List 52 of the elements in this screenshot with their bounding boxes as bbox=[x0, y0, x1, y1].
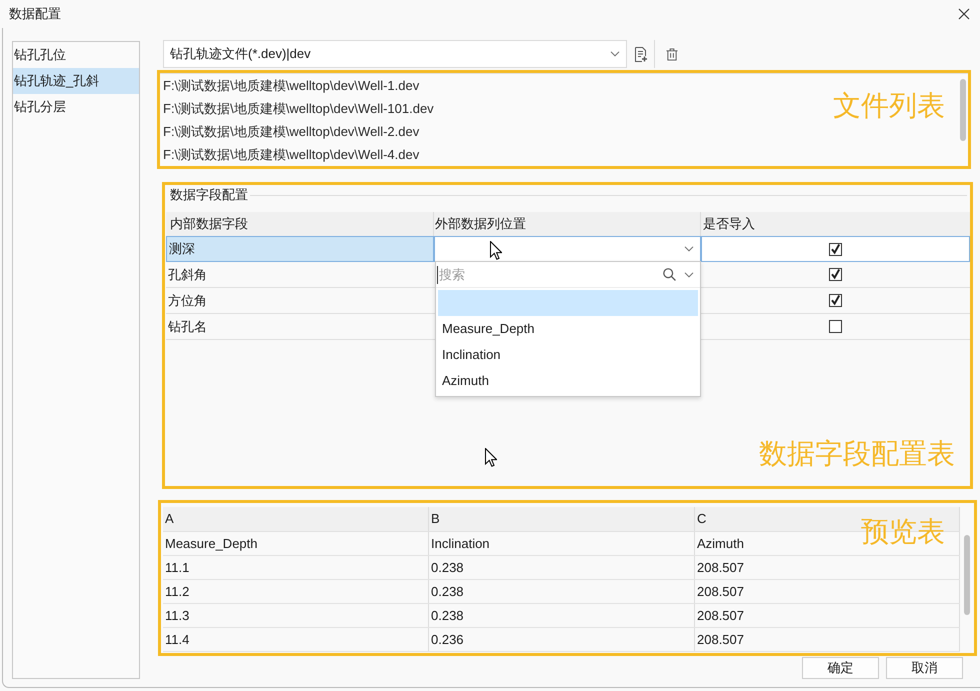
dropdown-option[interactable]: Measure_Depth bbox=[438, 316, 698, 342]
table-cell: 测深 bbox=[166, 236, 434, 262]
sidebar-item[interactable]: 钻孔分层 bbox=[13, 94, 139, 120]
trash-icon[interactable] bbox=[666, 48, 678, 60]
group-title: 数据字段配置 bbox=[170, 186, 248, 204]
dialog-button[interactable]: 确定 bbox=[802, 657, 879, 679]
chevron-down-icon[interactable] bbox=[684, 272, 694, 278]
sidebar-item[interactable]: 钻孔孔位 bbox=[13, 42, 139, 68]
table-cell: 208.507 bbox=[695, 580, 960, 603]
dropdown-option[interactable]: Inclination bbox=[438, 342, 698, 368]
annotation-label: 数据字段配置表 bbox=[759, 440, 955, 468]
scrollbar-thumb[interactable] bbox=[964, 535, 970, 615]
window-title: 数据配置 bbox=[8, 5, 61, 24]
dialog-button[interactable]: 取消 bbox=[886, 657, 963, 679]
file-list-item[interactable]: F:\测试数据\地质建模\welltop\dev\Well-2.dev bbox=[160, 120, 420, 143]
table-cell: 11.1 bbox=[163, 556, 429, 579]
table-cell: 0.238 bbox=[429, 580, 695, 603]
table-cell: 11.3 bbox=[163, 604, 429, 627]
dropdown-option[interactable]: Azimuth bbox=[438, 368, 698, 394]
chevron-down-icon[interactable] bbox=[610, 51, 620, 57]
checkbox[interactable] bbox=[829, 242, 842, 256]
table-cell-text: 钻孔名 bbox=[167, 318, 208, 336]
table-cell-text: 方位角 bbox=[167, 292, 208, 310]
file-list-item[interactable]: F:\测试数据\地质建模\welltop\dev\Well-1.dev bbox=[160, 74, 420, 97]
chevron-down-icon[interactable] bbox=[684, 246, 694, 252]
table-cell: 0.238 bbox=[429, 556, 695, 579]
annotation-label: 文件列表 bbox=[833, 92, 945, 120]
table-cell: 208.507 bbox=[695, 556, 960, 579]
checkbox[interactable] bbox=[829, 268, 842, 281]
table-cell: 11.4 bbox=[163, 628, 429, 651]
checkbox[interactable] bbox=[829, 320, 842, 333]
table-cell: 0.236 bbox=[429, 628, 695, 651]
table-cell: 11.2 bbox=[163, 580, 429, 603]
column-header: 是否导入 bbox=[702, 215, 756, 234]
file-list-item[interactable]: F:\测试数据\地质建模\welltop\dev\Well-4.dev bbox=[160, 143, 420, 166]
table-cell: 0.238 bbox=[429, 604, 695, 627]
sidebar-item[interactable]: 钻孔轨迹_孔斜 bbox=[13, 68, 139, 94]
file-type-combobox[interactable]: 钻孔轨迹文件(*.dev)|dev bbox=[163, 40, 627, 68]
checkbox[interactable] bbox=[829, 294, 842, 307]
search-field[interactable]: 搜索 bbox=[437, 266, 655, 284]
table-cell: Inclination bbox=[429, 532, 695, 555]
scrollbar-thumb[interactable] bbox=[960, 79, 966, 141]
mouse-cursor-icon bbox=[485, 448, 497, 467]
column-header: A bbox=[163, 507, 429, 531]
file-list-item[interactable]: F:\测试数据\地质建模\welltop\dev\Well-101.dev bbox=[160, 97, 434, 120]
search-icon[interactable] bbox=[663, 268, 676, 281]
document-plus-icon[interactable] bbox=[634, 46, 648, 62]
table-cell-text: 孔斜角 bbox=[167, 266, 208, 284]
table-cell: 208.507 bbox=[695, 628, 960, 651]
table-cell: Measure_Depth bbox=[163, 532, 429, 555]
column-header: B bbox=[429, 507, 695, 531]
table-cell: 208.507 bbox=[695, 604, 960, 627]
